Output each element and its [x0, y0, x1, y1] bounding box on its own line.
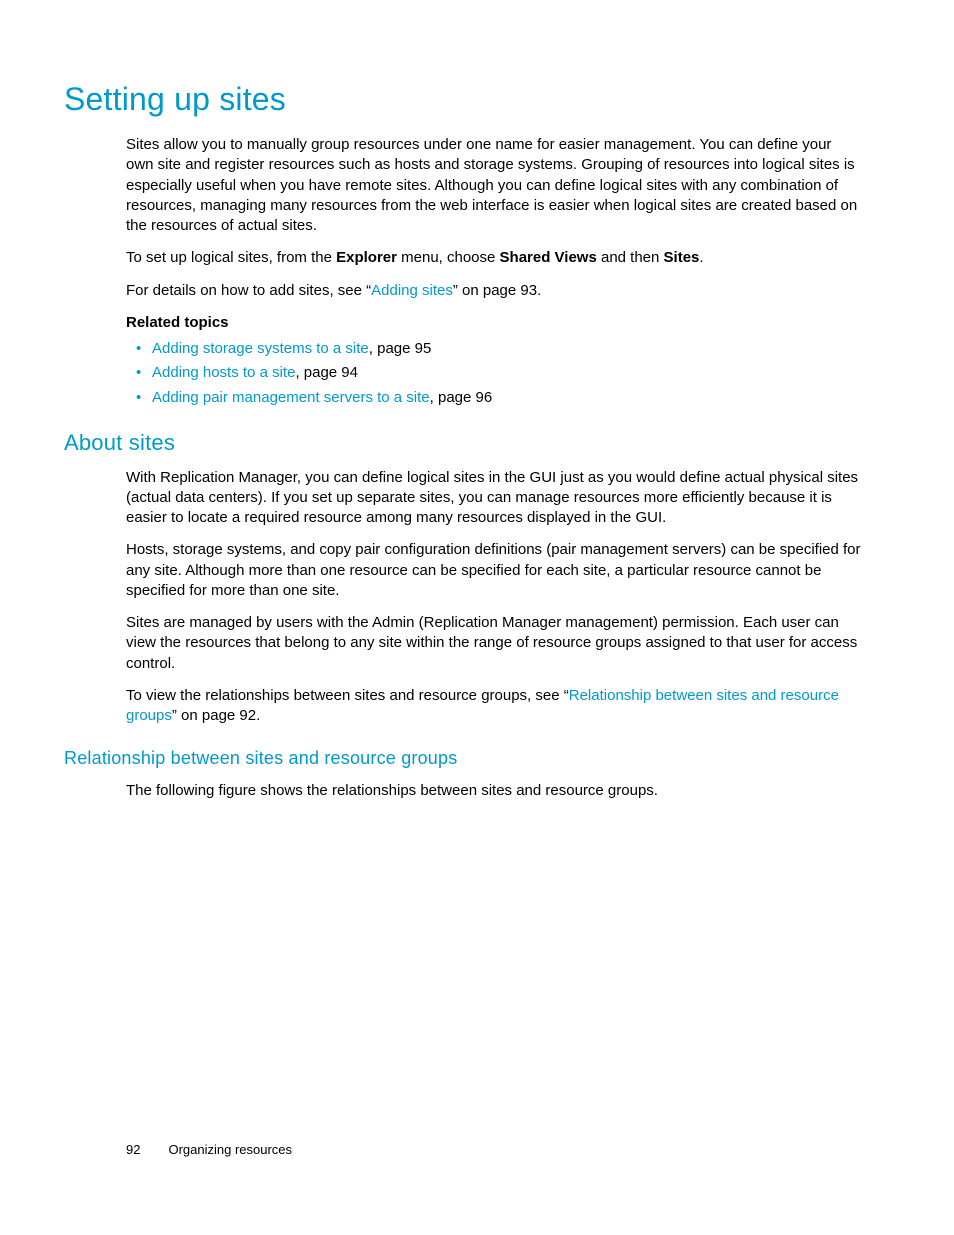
link-adding-hosts[interactable]: Adding hosts to a site — [152, 364, 295, 381]
text: . — [699, 249, 703, 266]
paragraph: For details on how to add sites, see “Ad… — [126, 281, 862, 301]
link-adding-storage-systems[interactable]: Adding storage systems to a site — [152, 340, 369, 357]
footer-chapter-title: Organizing resources — [168, 1142, 292, 1157]
paragraph: Sites are managed by users with the Admi… — [126, 613, 862, 674]
paragraph: The following figure shows the relations… — [126, 781, 862, 801]
text: To view the relationships between sites … — [126, 687, 569, 704]
text: menu, choose — [397, 249, 500, 266]
heading-setting-up-sites: Setting up sites — [64, 78, 862, 121]
text: , page 96 — [430, 389, 493, 406]
page-footer: 92 Organizing resources — [126, 1141, 292, 1159]
paragraph: Hosts, storage systems, and copy pair co… — [126, 540, 862, 601]
heading-about-sites: About sites — [64, 428, 862, 458]
text: , page 94 — [295, 364, 358, 381]
paragraph: To set up logical sites, from the Explor… — [126, 248, 862, 268]
heading-relationship-sites-resource-groups: Relationship between sites and resource … — [64, 746, 862, 770]
page-number: 92 — [126, 1141, 140, 1159]
paragraph: Sites allow you to manually group resour… — [126, 135, 862, 236]
bold-explorer: Explorer — [336, 249, 397, 266]
bold-sites: Sites — [664, 249, 700, 266]
page-content: Setting up sites Sites allow you to manu… — [0, 0, 954, 801]
text: ” on page 93. — [453, 282, 541, 299]
text: To set up logical sites, from the — [126, 249, 336, 266]
link-adding-sites[interactable]: Adding sites — [371, 282, 453, 299]
text: For details on how to add sites, see “ — [126, 282, 371, 299]
section-setting-up-sites: Sites allow you to manually group resour… — [126, 135, 862, 408]
text: , page 95 — [369, 340, 432, 357]
text: ” on page 92. — [172, 707, 260, 724]
list-item: Adding hosts to a site, page 94 — [126, 363, 862, 383]
bold-shared-views: Shared Views — [500, 249, 597, 266]
list-item: Adding pair management servers to a site… — [126, 388, 862, 408]
link-adding-pair-management-servers[interactable]: Adding pair management servers to a site — [152, 389, 430, 406]
text: and then — [597, 249, 664, 266]
related-topics-list: Adding storage systems to a site, page 9… — [126, 339, 862, 408]
paragraph: To view the relationships between sites … — [126, 686, 862, 727]
list-item: Adding storage systems to a site, page 9… — [126, 339, 862, 359]
paragraph: With Replication Manager, you can define… — [126, 468, 862, 529]
related-topics-heading: Related topics — [126, 313, 862, 333]
